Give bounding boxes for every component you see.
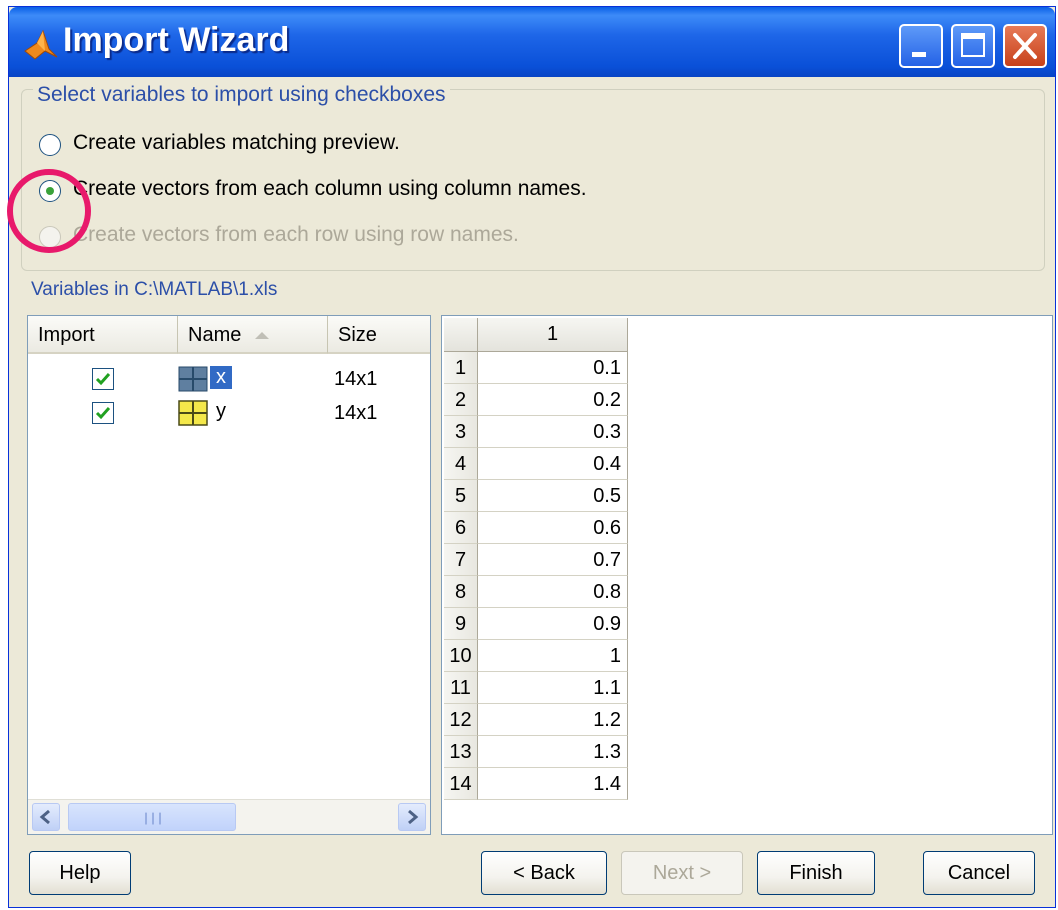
annotation-circle [7, 169, 91, 253]
matrix-variable-icon [178, 400, 208, 426]
radio-label: Create variables matching preview. [73, 131, 400, 154]
chevron-right-icon [408, 809, 419, 825]
preview-cell[interactable]: 0.5 [478, 480, 628, 512]
checkmark-icon [95, 373, 111, 386]
preview-row-header[interactable]: 4 [444, 448, 478, 480]
preview-cell[interactable]: 0.3 [478, 416, 628, 448]
preview-row-header[interactable]: 10 [444, 640, 478, 672]
chevron-left-icon [39, 809, 50, 825]
scroll-right-button[interactable] [398, 803, 426, 831]
import-checkbox[interactable] [92, 368, 114, 390]
preview-cell[interactable]: 1 [478, 640, 628, 672]
scroll-thumb[interactable]: ┃┃┃ [68, 803, 236, 831]
cancel-button[interactable]: Cancel [923, 851, 1035, 895]
preview-row-header[interactable]: 5 [444, 480, 478, 512]
preview-cell[interactable]: 1.1 [478, 672, 628, 704]
preview-cell[interactable]: 0.1 [478, 352, 628, 384]
next-button: Next > [621, 851, 743, 895]
preview-row-header[interactable]: 13 [444, 736, 478, 768]
close-button[interactable] [1003, 24, 1047, 68]
preview-row-header[interactable]: 9 [444, 608, 478, 640]
group-legend: Select variables to import using checkbo… [33, 83, 450, 107]
window-title: Import Wizard [63, 21, 290, 59]
preview-row-header[interactable]: 8 [444, 576, 478, 608]
help-button[interactable]: Help [29, 851, 131, 895]
grid-corner [444, 318, 478, 352]
preview-row-header[interactable]: 7 [444, 544, 478, 576]
matrix-variable-icon [178, 366, 208, 392]
radio-label: Create vectors from each column using co… [73, 177, 587, 200]
import-checkbox[interactable] [92, 402, 114, 424]
preview-cell[interactable]: 0.6 [478, 512, 628, 544]
preview-row-header[interactable]: 2 [444, 384, 478, 416]
back-button[interactable]: < Back [481, 851, 607, 895]
radio-label: Create vectors from each row using row n… [73, 223, 519, 246]
maximize-button[interactable] [951, 24, 995, 68]
matlab-logo-icon [24, 29, 58, 60]
preview-row-header[interactable]: 1 [444, 352, 478, 384]
sort-ascending-icon [254, 332, 269, 339]
horizontal-scrollbar[interactable]: ┃┃┃ [28, 799, 430, 834]
preview-cell[interactable]: 0.4 [478, 448, 628, 480]
preview-row-header[interactable]: 3 [444, 416, 478, 448]
preview-cell[interactable]: 0.8 [478, 576, 628, 608]
variable-name[interactable]: y [210, 400, 232, 423]
variables-table[interactable]: Import Name Size x 14x1 y 14x1 ┃┃┃ [27, 315, 431, 835]
preview-row-header[interactable]: 11 [444, 672, 478, 704]
minimize-button[interactable] [899, 24, 943, 68]
variable-name[interactable]: x [210, 366, 232, 389]
preview-cell[interactable]: 1.2 [478, 704, 628, 736]
preview-row-header[interactable]: 12 [444, 704, 478, 736]
variable-row[interactable]: y 14x1 [28, 398, 430, 430]
preview-row-header[interactable]: 6 [444, 512, 478, 544]
maximize-icon [961, 33, 985, 57]
preview-row-header[interactable]: 14 [444, 768, 478, 800]
data-preview-grid[interactable]: 1 1 0.1 2 0.2 3 0.3 4 0.4 5 0.5 6 0.6 7 0.7 8 0.8 9 0.9 10… [441, 315, 1053, 835]
grip-icon: ┃┃┃ [143, 814, 165, 825]
checkmark-icon [95, 407, 111, 420]
preview-cell[interactable]: 0.9 [478, 608, 628, 640]
close-icon [1013, 33, 1037, 59]
variable-size: 14x1 [334, 368, 378, 390]
column-header-size[interactable]: Size [328, 316, 430, 354]
preview-cell[interactable]: 0.7 [478, 544, 628, 576]
import-wizard-window: Import Wizard Select variables to import… [7, 6, 1056, 908]
preview-cell[interactable]: 1.4 [478, 768, 628, 800]
scroll-left-button[interactable] [32, 803, 60, 831]
preview-cell[interactable]: 1.3 [478, 736, 628, 768]
preview-column-header[interactable]: 1 [478, 318, 628, 352]
variables-file-label: Variables in C:\MATLAB\1.xls [31, 279, 278, 300]
title-bar[interactable]: Import Wizard [9, 7, 1055, 77]
finish-button[interactable]: Finish [757, 851, 875, 895]
column-header-name[interactable]: Name [178, 316, 328, 354]
name-header-label: Name [188, 324, 242, 346]
radio-button[interactable] [39, 134, 61, 156]
preview-cell[interactable]: 0.2 [478, 384, 628, 416]
minimize-icon [912, 52, 926, 57]
variable-size: 14x1 [334, 402, 378, 424]
column-header-import[interactable]: Import [28, 316, 178, 354]
variable-row[interactable]: x 14x1 [28, 364, 430, 396]
